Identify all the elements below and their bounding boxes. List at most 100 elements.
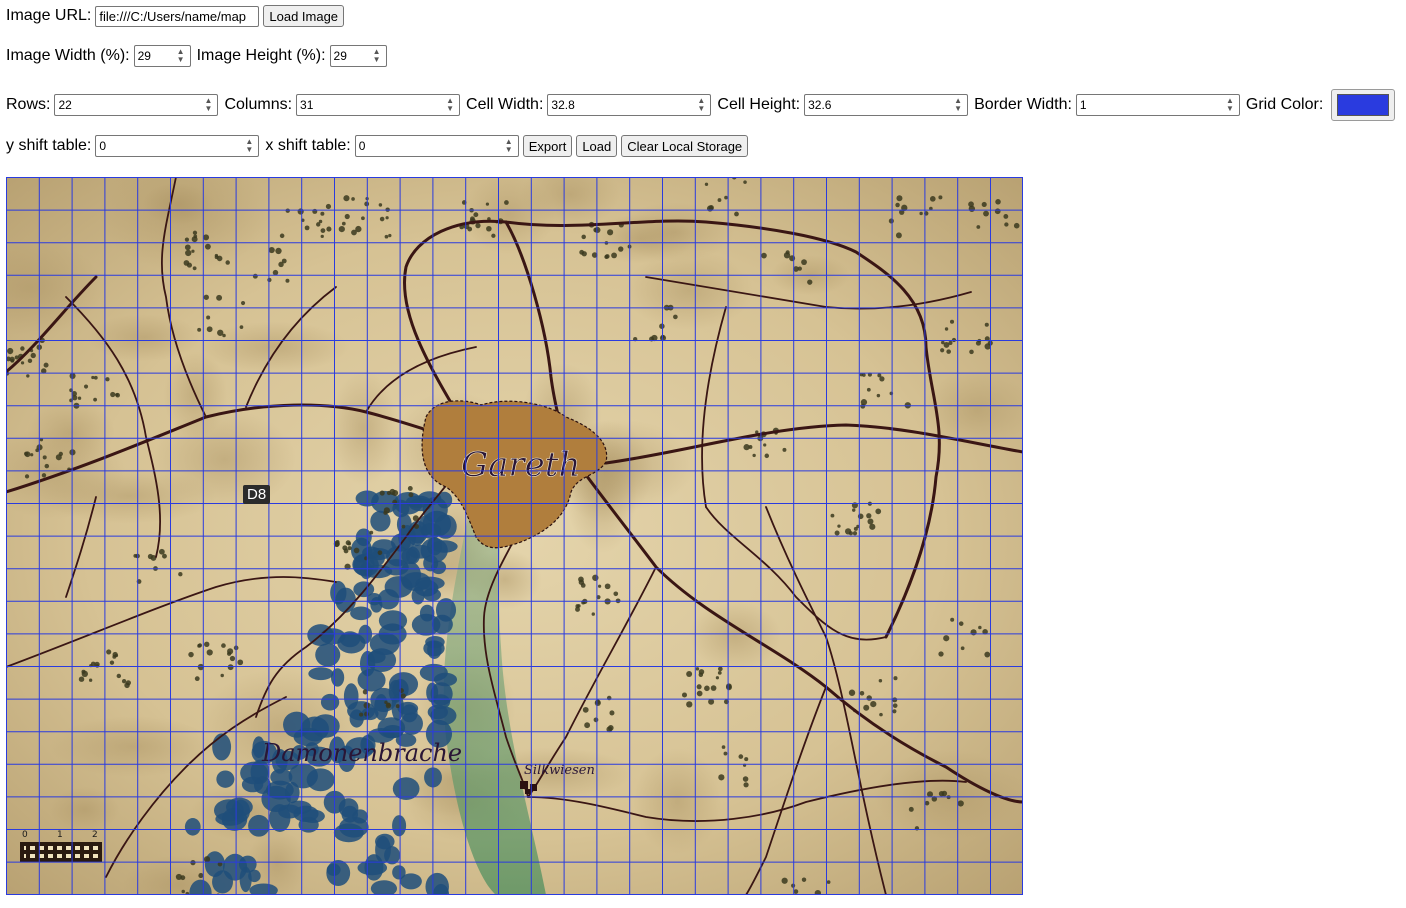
columns-input[interactable]: 31 ▲ ▼ <box>296 94 461 116</box>
city-name: Gareth <box>461 445 580 485</box>
spinner-icon[interactable]: ▲ ▼ <box>695 97 707 113</box>
tree-dot <box>473 212 479 218</box>
spinner-icon[interactable]: ▲ ▼ <box>175 48 187 64</box>
export-button[interactable]: Export <box>522 135 573 157</box>
spinner-icon[interactable]: ▲ ▼ <box>202 97 214 113</box>
tree-dot <box>958 621 964 626</box>
tree-dot <box>378 203 383 207</box>
tree-dot <box>384 234 389 239</box>
tree-dot <box>27 358 33 364</box>
tree-dot <box>866 695 872 701</box>
image-size-row: Image Width (%): 29 ▲ ▼ Image Height (%):… <box>6 45 387 67</box>
tree-dot <box>178 572 183 577</box>
tree-dot <box>743 180 747 184</box>
tree-dot <box>801 259 807 266</box>
tree-dot <box>941 790 948 797</box>
tree-dot <box>892 703 898 708</box>
tree-dot <box>115 392 120 398</box>
tree-dot <box>1003 214 1009 219</box>
tree-dot <box>42 455 47 460</box>
tree-dot <box>9 356 15 363</box>
tree-dot <box>609 710 615 716</box>
tree-dot <box>227 648 234 655</box>
y-shift-value: 0 <box>99 139 107 153</box>
tree-dot <box>275 247 282 255</box>
tree-dot <box>743 782 749 788</box>
tree-dot <box>943 342 950 348</box>
tree-dot <box>717 671 722 675</box>
spinner-icon[interactable]: ▲ ▼ <box>1224 97 1236 113</box>
tree-dot <box>926 791 934 798</box>
cell-width-input[interactable]: 32.8 ▲ ▼ <box>547 94 712 116</box>
rows-value: 22 <box>58 98 72 112</box>
forest-blob <box>241 776 264 793</box>
tree-dot <box>695 667 700 671</box>
image-url-input[interactable] <box>95 5 260 27</box>
tree-dot <box>252 273 258 279</box>
url-row: Image URL: Load Image <box>6 5 345 27</box>
load-image-button[interactable]: Load Image <box>263 5 345 27</box>
spinner-icon[interactable]: ▲ ▼ <box>952 97 964 113</box>
tree-dot <box>575 604 580 609</box>
tree-dot <box>734 211 739 217</box>
x-shift-input[interactable]: 0 ▲ ▼ <box>354 135 519 157</box>
tree-dot <box>93 375 98 380</box>
tree-dot <box>383 510 388 515</box>
tree-dot <box>407 485 413 491</box>
spinner-icon[interactable]: ▲ ▼ <box>444 97 456 113</box>
y-shift-input[interactable]: 0 ▲ ▼ <box>95 135 260 157</box>
tree-dot <box>581 251 587 257</box>
tree-dot <box>698 669 705 675</box>
tree-dot <box>88 678 93 682</box>
tree-dot <box>659 323 665 329</box>
tree-dot <box>584 722 591 729</box>
tree-dot <box>408 492 414 498</box>
tree-dot <box>844 528 852 535</box>
border-width-input[interactable]: 1 ▲ ▼ <box>1075 94 1240 116</box>
tree-dot <box>401 524 406 529</box>
clear-local-storage-button[interactable]: Clear Local Storage <box>621 135 749 157</box>
tree-dot <box>984 651 991 658</box>
tree-dot <box>743 444 750 451</box>
tree-dot <box>109 660 115 665</box>
tree-dot <box>204 641 210 648</box>
tree-dot <box>363 702 370 709</box>
tree-dot <box>203 856 211 863</box>
tree-dot <box>704 685 710 692</box>
map-canvas[interactable]: Gareth Damonenbrache Silkwiesen 0 1 2 D8 <box>6 177 1023 895</box>
tree-dot <box>618 246 624 252</box>
tree-dot <box>852 508 856 512</box>
tree-dot <box>1013 222 1020 229</box>
parchment-stain <box>689 601 782 671</box>
tree-dot <box>718 666 723 672</box>
spinner-icon[interactable]: ▲ ▼ <box>503 138 515 154</box>
parchment-stain <box>49 715 218 778</box>
image-height-input[interactable]: 29 ▲ ▼ <box>329 45 387 67</box>
load-button[interactable]: Load <box>576 135 618 157</box>
tree-dot <box>55 454 62 461</box>
tree-dot <box>607 229 614 236</box>
cell-width-value: 32.8 <box>551 98 575 112</box>
image-height-value: 29 <box>333 49 347 63</box>
village-name: Silkwiesen <box>524 763 595 778</box>
image-width-input[interactable]: 29 ▲ ▼ <box>133 45 191 67</box>
forest-blob <box>341 805 359 823</box>
image-width-value: 29 <box>137 49 151 63</box>
rows-input[interactable]: 22 ▲ ▼ <box>54 94 219 116</box>
tree-dot <box>969 349 974 355</box>
tree-dot <box>866 513 872 519</box>
tree-dot <box>895 202 900 208</box>
grid-color-label: Grid Color: <box>1245 96 1324 113</box>
tree-dot <box>723 751 728 756</box>
grid-color-picker[interactable] <box>1331 89 1396 121</box>
tree-dot <box>325 203 332 210</box>
tree-dot <box>1004 222 1009 227</box>
tree-dot <box>162 553 167 559</box>
tree-dot <box>184 237 190 242</box>
spinner-icon[interactable]: ▲ ▼ <box>371 48 383 64</box>
tree-dot <box>272 269 279 276</box>
cell-height-input[interactable]: 32.6 ▲ ▼ <box>804 94 969 116</box>
spinner-icon[interactable]: ▲ ▼ <box>243 138 255 154</box>
tree-dot <box>752 453 756 458</box>
tree-dot <box>106 649 112 655</box>
